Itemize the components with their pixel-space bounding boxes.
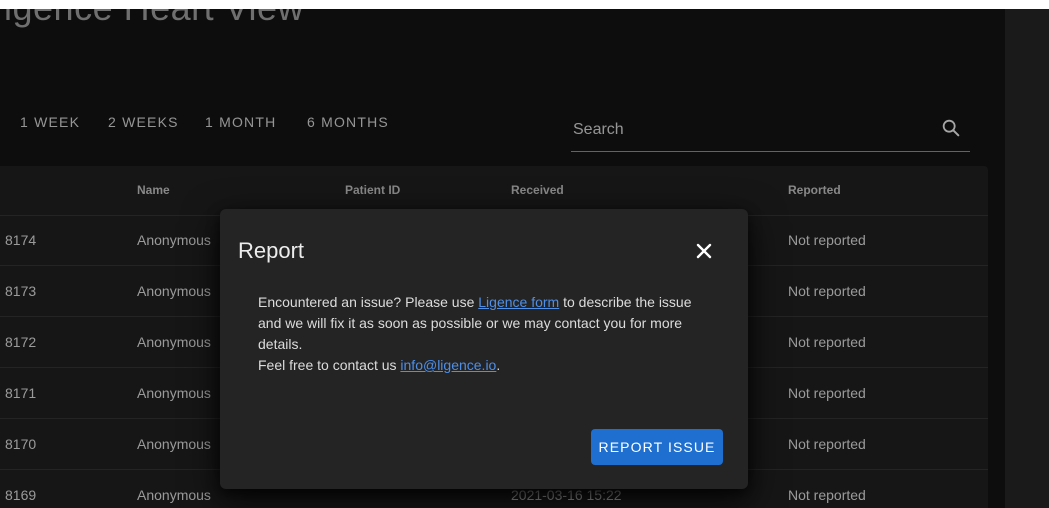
close-button[interactable] — [691, 238, 717, 264]
report-dialog: Report Encountered an issue? Please use … — [220, 209, 748, 489]
app-window: igence Heart View 1 WEEK 2 WEEKS 1 MONTH… — [0, 9, 1005, 508]
report-issue-button[interactable]: REPORT ISSUE — [591, 429, 723, 465]
contact-text: Feel free to contact us — [258, 357, 401, 373]
message-text: Encountered an issue? Please use — [258, 294, 479, 310]
contact-text-end: . — [496, 357, 501, 373]
close-icon — [696, 243, 712, 259]
email-link[interactable]: info@ligence.io — [400, 357, 496, 373]
dialog-title: Report — [238, 238, 305, 263]
dialog-message: Encountered an issue? Please use Ligence… — [258, 292, 710, 376]
right-gutter — [1005, 9, 1049, 508]
ligence-form-link[interactable]: Ligence form — [478, 294, 559, 310]
